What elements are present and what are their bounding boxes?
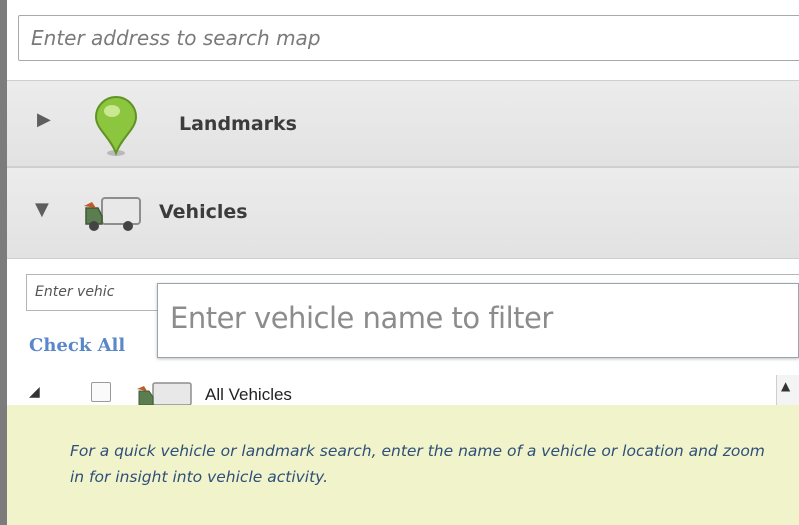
check-all-link[interactable]: Check All (29, 335, 125, 356)
all-vehicles-checkbox[interactable] (91, 382, 111, 402)
callout-text: Enter vehicle name to filter (170, 301, 553, 335)
zoomed-filter-callout: Enter vehicle name to filter (157, 283, 799, 358)
tree-row-all-vehicles[interactable]: ◢ All Vehicles (7, 375, 799, 406)
tree-scrollbar[interactable]: ▲ (776, 375, 799, 405)
window-edge (0, 0, 7, 525)
collapse-arrow-icon[interactable]: ▼ (35, 199, 49, 220)
truck-icon (84, 197, 141, 231)
vehicles-section-header[interactable]: ▼ Vehicles (7, 167, 799, 259)
address-search-input[interactable]: Enter address to search map (18, 15, 799, 61)
vehicles-label: Vehicles (159, 201, 248, 223)
search-band: Enter address to search map (7, 0, 799, 80)
truck-icon (137, 382, 192, 406)
caption-text: For a quick vehicle or landmark search, … (70, 442, 765, 486)
scroll-up-arrow-icon[interactable]: ▲ (781, 379, 790, 393)
expand-arrow-icon[interactable]: ▶ (37, 109, 51, 130)
tree-row-label: All Vehicles (205, 385, 292, 404)
caption-box: For a quick vehicle or landmark search, … (7, 405, 799, 525)
tree-expand-icon[interactable]: ◢ (29, 384, 40, 400)
map-pin-icon (94, 96, 138, 156)
landmarks-section-header[interactable]: ▶ Landmarks (7, 80, 799, 167)
landmarks-label: Landmarks (179, 113, 297, 135)
